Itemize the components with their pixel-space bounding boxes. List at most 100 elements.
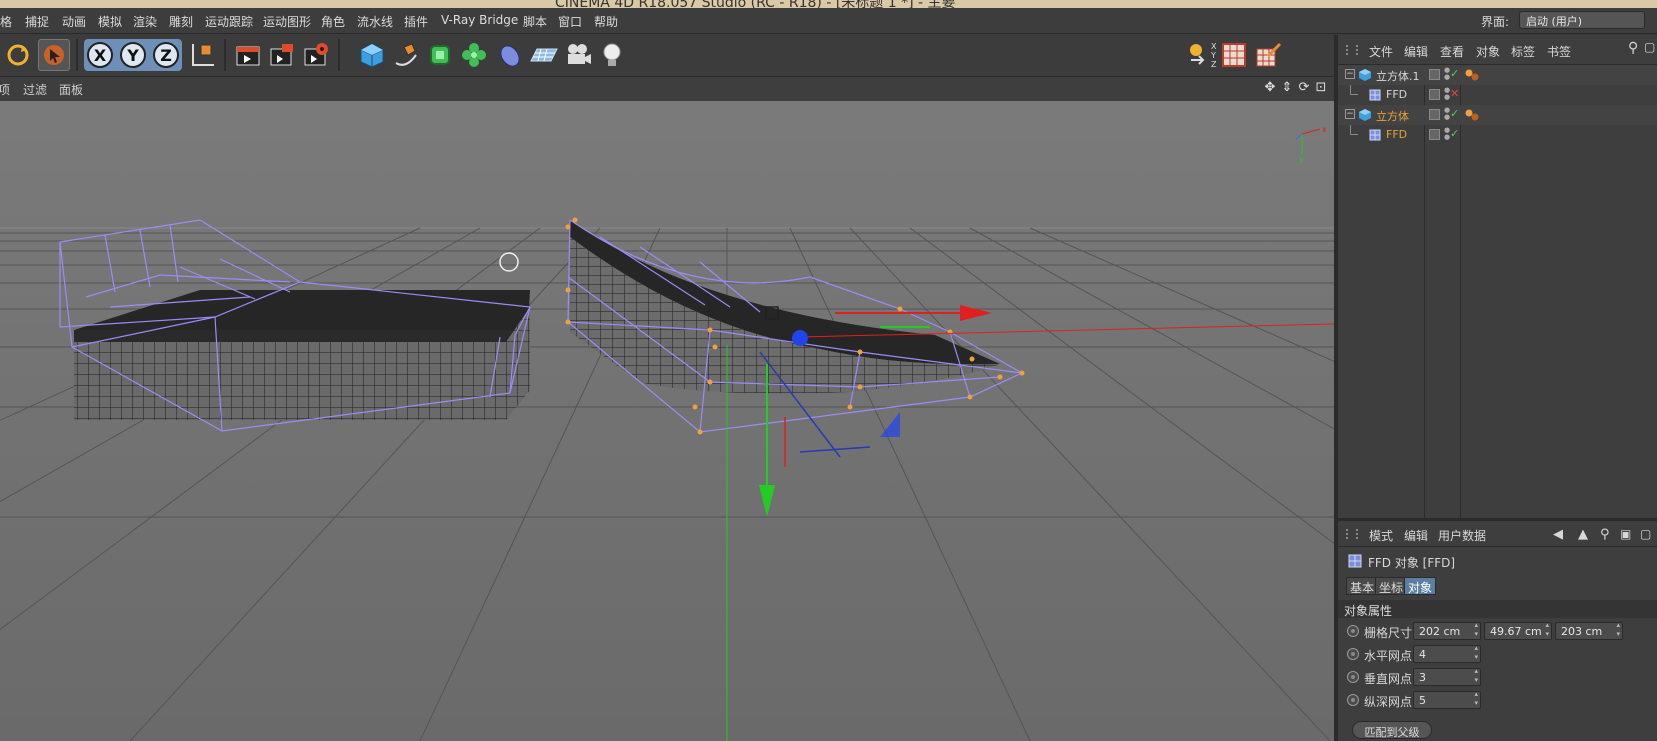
select-arrow-icon[interactable] [38,39,70,71]
collapse-toggle-icon[interactable]: − [1345,109,1355,119]
pen-spline-icon[interactable] [390,39,422,71]
fit-to-parent-button[interactable]: 匹配到父级 [1352,721,1432,739]
expand-panel-icon[interactable]: ▢ [1640,527,1651,541]
floor-plane-icon[interactable] [528,39,560,71]
menu-item-snap[interactable]: 捕捉 [25,13,49,30]
render-picture-viewer-icon[interactable] [266,39,298,71]
render-visibility-icon[interactable] [1429,89,1440,100]
animate-radio[interactable] [1347,694,1359,706]
menu-item-sculpt[interactable]: 雕刻 [169,13,193,30]
toolbar-separator [224,39,226,71]
menu-item-pipeline[interactable]: 流水线 [357,13,393,30]
render-visibility-icon[interactable] [1429,69,1440,80]
menu-item-script[interactable]: 脚本 [523,13,547,30]
enabled-check-icon[interactable]: ✓ [1450,107,1459,120]
object-row-cube-1[interactable]: − 立方体.1 ● ● ✓ [1338,65,1657,85]
menu-item-help[interactable]: 帮助 [594,13,618,30]
menu-item-grid[interactable]: 格 [0,13,12,30]
up-arrow-icon[interactable]: ▲ [1578,527,1588,542]
deformer-bend-icon[interactable] [494,39,526,71]
light-bulb-icon[interactable] [596,39,628,71]
om-menu-objects[interactable]: 对象 [1476,43,1500,60]
vertical-points-field[interactable]: 3 [1413,667,1481,686]
depth-points-field[interactable]: 5 [1413,690,1481,709]
menu-item-plugins[interactable]: 插件 [404,13,428,30]
horizontal-points-field[interactable]: 4 [1413,644,1481,663]
paint-brush-icon[interactable] [1252,39,1284,71]
lock-icon[interactable]: ▣ [1620,527,1631,541]
collapse-toggle-icon[interactable]: − [1345,69,1355,79]
render-view-icon[interactable] [232,39,264,71]
search-icon[interactable]: ⚲ [1628,40,1638,56]
grid-size-z-field[interactable]: 203 cm [1555,621,1623,640]
disabled-x-icon[interactable]: ✕ [1450,87,1459,100]
subdivision-surface-icon[interactable] [424,39,456,71]
perspective-viewport[interactable]: x y 项 过滤 面板 ✥ ⇕ ⟳ ⊡ [0,77,1334,741]
tab-coordinates[interactable]: 坐标 [1375,577,1408,595]
animate-radio[interactable] [1347,671,1359,683]
rotate-view-icon[interactable]: ⟳ [1297,80,1311,96]
menu-item-character[interactable]: 角色 [321,13,345,30]
am-menu-edit[interactable]: 编辑 [1404,527,1428,544]
object-name[interactable]: FFD [1386,88,1407,101]
menu-item-simulate[interactable]: 模拟 [98,13,122,30]
viewport-scene[interactable]: x y [0,77,1334,741]
tab-basic[interactable]: 基本 [1346,577,1379,595]
menu-item-animate[interactable]: 动画 [62,13,86,30]
om-menu-file[interactable]: 文件 [1369,43,1393,60]
layout-dropdown[interactable]: 启动 (用户) [1519,11,1645,29]
maximize-view-icon[interactable]: ⊡ [1314,80,1328,96]
cloner-icon[interactable] [458,39,490,71]
object-name[interactable]: 立方体 [1376,108,1409,124]
x-axis-icon[interactable]: X [84,39,116,71]
object-row-ffd[interactable]: FFD ● ● ✓ [1338,125,1657,145]
move-view-icon[interactable]: ✥ [1263,80,1277,96]
viewport-menu-panel[interactable]: 面板 [59,81,83,98]
menu-item-render[interactable]: 渲染 [133,13,157,30]
render-settings-icon[interactable] [300,39,332,71]
menu-item-vray-bridge[interactable]: V-Ray Bridge [441,13,518,27]
object-name[interactable]: FFD [1386,128,1407,141]
om-menu-bookmarks[interactable]: 书签 [1547,43,1571,60]
y-axis-icon[interactable]: Y [117,39,149,71]
panel-grip-icon[interactable] [1346,45,1358,55]
menu-item-mograph[interactable]: 运动图形 [263,13,311,30]
expand-panel-icon[interactable]: ▢ [1644,40,1655,54]
tab-object[interactable]: 对象 [1404,577,1437,595]
object-row-cube[interactable]: − 立方体 ● ● ✓ [1338,105,1657,125]
coordinate-system-icon[interactable] [186,39,218,71]
svg-text:Y: Y [1210,51,1216,60]
cube-primitive-icon[interactable] [356,39,388,71]
panel-grip-icon[interactable] [1346,529,1358,539]
object-row-ffd-1[interactable]: FFD ● ● ✕ [1338,85,1657,105]
om-menu-tags[interactable]: 标签 [1511,43,1535,60]
enabled-check-icon[interactable]: ✓ [1450,67,1459,80]
undo-icon[interactable] [2,39,34,71]
menu-item-window[interactable]: 窗口 [558,13,582,30]
z-axis-icon[interactable]: Z [150,39,182,71]
om-menu-view[interactable]: 查看 [1440,43,1464,60]
search-icon[interactable]: ⚲ [1600,527,1610,542]
object-name[interactable]: 立方体.1 [1376,68,1420,84]
grid-size-x-field[interactable]: 202 cm [1413,621,1481,640]
viewport-menu-filter[interactable]: 过滤 [23,81,47,98]
grid-size-y-field[interactable]: 49.67 cm [1484,621,1552,640]
snap-axis-icon[interactable]: XYZ [1186,39,1218,71]
animate-radio[interactable] [1347,625,1359,637]
camera-icon[interactable] [562,39,594,71]
menu-item-motion-tracking[interactable]: 运动跟踪 [205,13,253,30]
animate-radio[interactable] [1347,648,1359,660]
render-visibility-icon[interactable] [1429,109,1440,120]
zoom-view-icon[interactable]: ⇕ [1280,80,1294,96]
am-menu-mode[interactable]: 模式 [1369,527,1393,544]
viewport-menu: 项 过滤 面板 ✥ ⇕ ⟳ ⊡ [0,77,1334,101]
am-menu-user-data[interactable]: 用户数据 [1438,527,1486,544]
om-menu-edit[interactable]: 编辑 [1404,43,1428,60]
checker-texture-icon[interactable] [1218,39,1250,71]
tree-line [1350,85,1358,95]
viewport-menu-display[interactable]: 项 [0,81,10,98]
enabled-check-icon[interactable]: ✓ [1450,127,1459,140]
render-visibility-icon[interactable] [1429,129,1440,140]
svg-text:X: X [1211,42,1217,51]
back-arrow-icon[interactable]: ◀ [1553,527,1563,542]
